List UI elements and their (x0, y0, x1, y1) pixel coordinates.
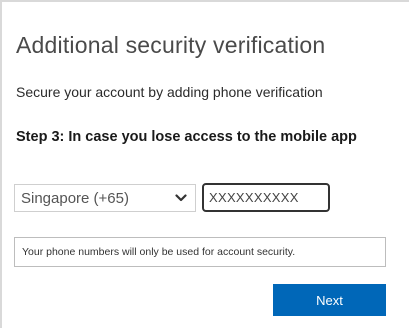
next-button[interactable]: Next (273, 284, 386, 316)
country-code-value: Singapore (+65) (21, 189, 129, 207)
left-divider (0, 0, 2, 328)
page-subtitle: Secure your account by adding phone veri… (16, 84, 323, 100)
privacy-notice: Your phone numbers will only be used for… (14, 237, 386, 267)
verification-page: Additional security verification Secure … (0, 0, 409, 328)
chevron-down-icon (175, 194, 187, 202)
country-code-select[interactable]: Singapore (+65) (14, 184, 196, 212)
step-heading: Step 3: In case you lose access to the m… (16, 129, 357, 145)
top-divider (0, 0, 409, 2)
phone-number-input[interactable]: XXXXXXXXXX (202, 183, 330, 212)
page-title: Additional security verification (16, 32, 326, 58)
